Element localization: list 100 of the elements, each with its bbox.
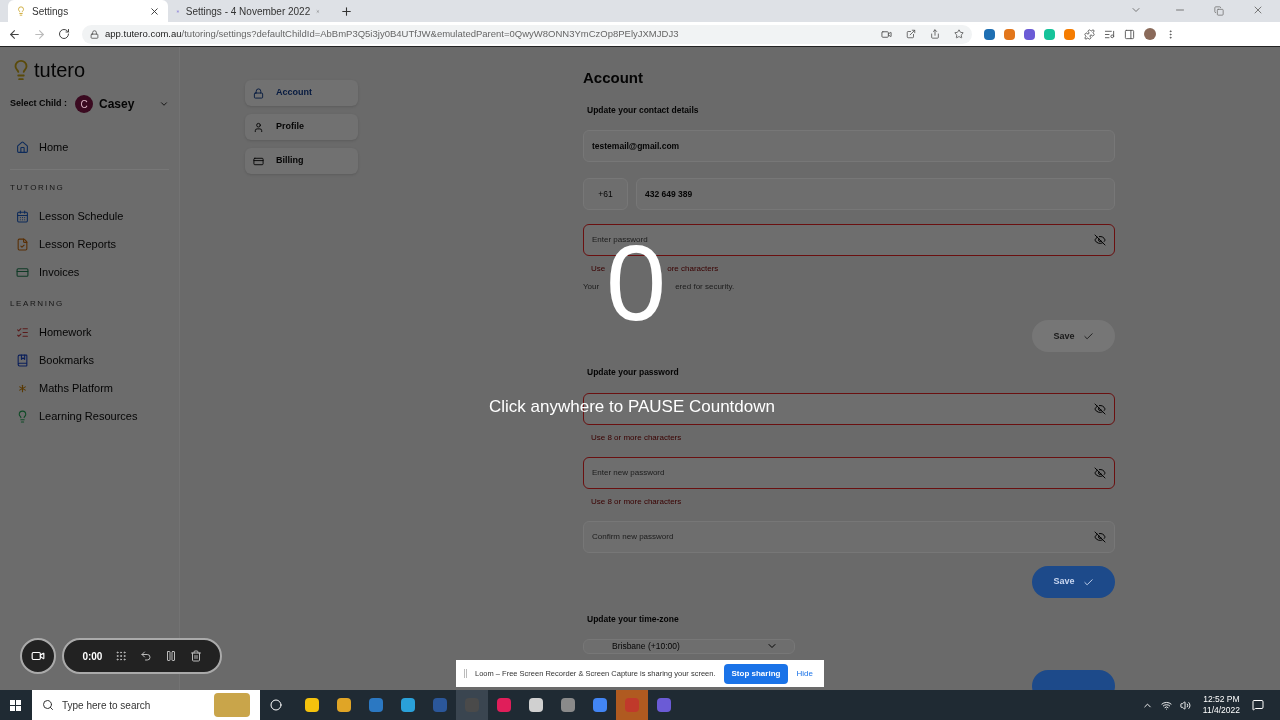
extension-icon[interactable]: [1004, 28, 1015, 40]
app-icon[interactable]: [657, 698, 671, 712]
pause-icon[interactable]: [164, 650, 177, 662]
logo-text: tutero: [34, 58, 86, 83]
cortana-icon[interactable]: [270, 699, 282, 711]
camera-icon[interactable]: [881, 28, 892, 40]
lock-icon: [90, 29, 99, 39]
password-note: ered for security.: [675, 281, 735, 294]
hide-link[interactable]: Hide: [796, 667, 813, 680]
check-icon: [1082, 330, 1094, 342]
clock-time: 12:52 PM: [1203, 694, 1240, 705]
external-link-icon[interactable]: [906, 29, 916, 39]
section-heading: Update your time-zone: [587, 613, 680, 626]
nav-item[interactable]: Invoices: [10, 258, 169, 286]
wifi-icon[interactable]: [1160, 699, 1172, 711]
page-title: Account: [583, 68, 644, 88]
lightbulb-icon: [16, 409, 29, 423]
windows-icon[interactable]: [10, 699, 21, 711]
drag-handle-icon[interactable]: [464, 669, 467, 678]
field-hint: Use 8 or more characters: [591, 432, 682, 444]
restore-icon[interactable]: [1214, 6, 1224, 16]
card-icon: [253, 155, 264, 167]
section-heading: LEARNING: [10, 298, 65, 310]
volume-icon[interactable]: [1179, 699, 1191, 711]
app-icon[interactable]: [497, 698, 511, 712]
select-child-label: Select Child :: [10, 97, 67, 111]
extension-icon[interactable]: [984, 28, 995, 40]
nav-item[interactable]: Lesson Reports: [10, 230, 169, 258]
app-icon[interactable]: [401, 698, 415, 712]
section-heading: TUTORING: [10, 182, 66, 194]
stop-sharing-button[interactable]: Stop sharing: [723, 663, 789, 684]
card-icon: [16, 265, 29, 279]
timezone-select[interactable]: Brisbane (+10:00): [583, 638, 795, 654]
lock-icon: [253, 87, 264, 99]
field-hint: Use: [591, 263, 606, 276]
check-icon: [1082, 576, 1094, 588]
recording-time: 0:00: [82, 649, 103, 664]
document-icon: [16, 237, 29, 251]
app-icon[interactable]: [337, 698, 351, 712]
app-icon[interactable]: [561, 698, 575, 712]
phone-field[interactable]: 432 649 389: [636, 178, 1115, 211]
puzzle-icon[interactable]: [1084, 28, 1095, 40]
side-menu-item[interactable]: Account: [245, 80, 358, 106]
side-menu-item[interactable]: Profile: [245, 114, 358, 140]
caret-icon: [159, 99, 169, 109]
email-field[interactable]: testemail@gmail.com: [583, 130, 1115, 163]
calendar-icon: [16, 209, 29, 223]
new-tab-icon[interactable]: [340, 5, 353, 18]
child-avatar: C: [75, 95, 93, 113]
nav-item[interactable]: Lesson Schedule: [10, 202, 169, 230]
side-menu-item[interactable]: Billing: [245, 148, 358, 174]
star-icon[interactable]: [954, 29, 964, 39]
field-hint: ore characters: [667, 263, 719, 276]
country-code-field[interactable]: +61: [583, 178, 628, 211]
section-heading: Update your contact details: [587, 103, 700, 117]
app-icon[interactable]: [529, 698, 543, 712]
nav-item[interactable]: Homework: [10, 318, 169, 346]
extension-icon[interactable]: [1064, 28, 1075, 40]
notification-icon[interactable]: [1252, 699, 1264, 711]
camera-icon: [31, 649, 45, 663]
search-highlight-icon: [214, 693, 250, 717]
browser-tab[interactable]: Settings: [8, 0, 168, 22]
list-icon: [16, 325, 29, 339]
avatar[interactable]: [1144, 28, 1156, 40]
extension-icon[interactable]: [1044, 28, 1055, 40]
address-field[interactable]: app.tutero.com.au/tutoring/settings?defaultChildId=AbBmP3Q5i3jy0B4UTfJW&emulatedParent=0QwyW8ONN3YmCzOp8PElyJXMJDJ3: [82, 24, 972, 44]
password-note: Your: [583, 281, 600, 294]
nav-item[interactable]: Home: [10, 133, 169, 161]
password-field[interactable]: Enter new password: [583, 457, 1115, 489]
nav-item[interactable]: Maths Platform: [10, 374, 169, 402]
undo-icon[interactable]: [140, 650, 152, 662]
grip-icon[interactable]: [115, 650, 128, 662]
nav-item[interactable]: Learning Resources: [10, 402, 169, 430]
app-icon[interactable]: [593, 698, 607, 712]
save-button[interactable]: Save: [1032, 566, 1115, 598]
side-panel-icon[interactable]: [1124, 28, 1135, 40]
eye-off-icon[interactable]: [1094, 403, 1106, 415]
reload-icon[interactable]: [58, 28, 70, 40]
search-field[interactable]: Type here to search: [32, 690, 260, 720]
password-field[interactable]: Confirm new password: [583, 521, 1115, 553]
back-icon[interactable]: [8, 27, 21, 41]
nav-item[interactable]: Bookmarks: [10, 346, 169, 374]
trash-icon[interactable]: [189, 650, 202, 662]
browser-tab[interactable]: Settings - 4 November 2022: [168, 0, 328, 22]
field-hint: Use 8 or more characters: [591, 496, 682, 508]
share-icon[interactable]: [930, 29, 940, 39]
search-icon: [42, 699, 54, 711]
book-icon: [16, 353, 29, 367]
eye-off-icon[interactable]: [1094, 467, 1106, 479]
playlist-icon[interactable]: [1104, 28, 1115, 40]
eye-off-icon[interactable]: [1094, 234, 1106, 247]
home-icon: [16, 140, 29, 154]
extension-icon[interactable]: [1024, 28, 1035, 40]
app-icon[interactable]: [369, 698, 383, 712]
close-icon[interactable]: [149, 5, 160, 17]
eye-off-icon[interactable]: [1094, 531, 1106, 543]
app-icon[interactable]: [305, 698, 319, 712]
lightbulb-icon: [16, 6, 26, 16]
url-text: app.tutero.com.au/tutoring/settings?defaultChildId=AbBmP3Q5i3jy0B4UTfJW&emulatedParent=0QwyW8ONN3YmCzOp8PElyJXMJDJ3: [105, 26, 679, 41]
child-select[interactable]: C Casey: [75, 95, 169, 113]
